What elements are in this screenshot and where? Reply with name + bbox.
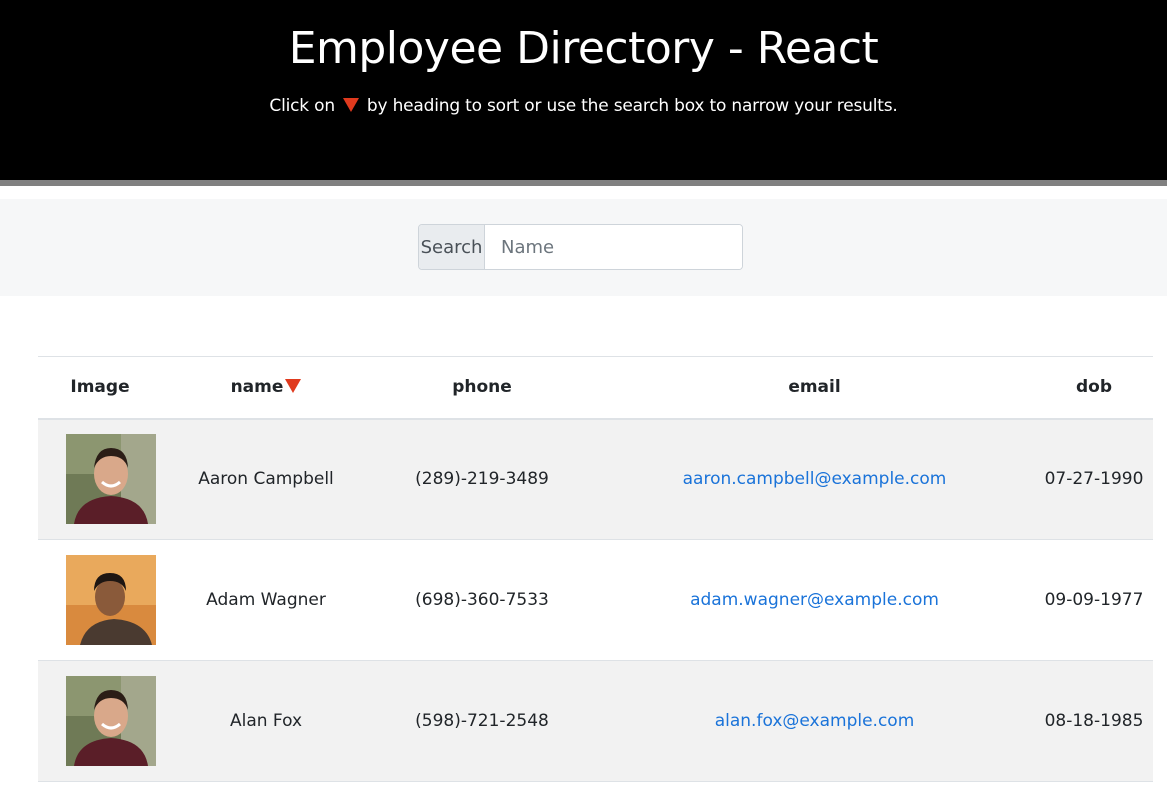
email-link[interactable]: adam.wagner@example.com: [690, 590, 939, 610]
email-cell: adam.wagner@example.com: [594, 539, 1035, 661]
email-cell: alan.fox@example.com: [594, 660, 1035, 782]
avatar-cell: [38, 418, 162, 540]
header-phone[interactable]: phone: [370, 356, 594, 420]
avatar-cell: [38, 660, 162, 782]
avatar: [66, 676, 156, 766]
table-row: Adam Wagner (698)-360-7533 adam.wagner@e…: [38, 539, 1153, 661]
search-input[interactable]: [485, 225, 742, 269]
header-name-label: name: [230, 377, 284, 398]
dob-cell: 07-27-1990: [1035, 418, 1153, 540]
sort-down-triangle-icon: [342, 98, 359, 112]
email-cell: aaron.campbell@example.com: [594, 418, 1035, 540]
search-label: Search: [419, 225, 485, 269]
search-section: Search: [0, 199, 1167, 296]
name-cell: Adam Wagner: [162, 539, 370, 661]
header-name[interactable]: name: [162, 356, 370, 420]
dob-cell: 08-18-1985: [1035, 660, 1153, 782]
header-email[interactable]: email: [594, 356, 1035, 420]
page-subtitle: Click on by heading to sort or use the se…: [0, 94, 1167, 118]
search-input-group: Search: [418, 224, 743, 270]
avatar: [66, 555, 156, 645]
page-header: Employee Directory - React Click on by he…: [0, 0, 1167, 180]
dob-cell: 09-09-1977: [1035, 539, 1153, 661]
subtitle-text-before: Click on: [269, 96, 335, 116]
avatar: [66, 434, 156, 525]
name-cell: Alan Fox: [162, 660, 370, 782]
header-image: Image: [38, 356, 162, 420]
page-title: Employee Directory - React: [288, 23, 879, 74]
table-row: Alan Fox (598)-721-2548 alan.fox@example…: [38, 660, 1153, 782]
table-header-row: Image name phone email dob: [38, 356, 1153, 420]
phone-cell: (289)-219-3489: [370, 418, 594, 540]
email-link[interactable]: alan.fox@example.com: [715, 711, 915, 731]
sort-down-triangle-icon[interactable]: [285, 379, 302, 394]
header-divider: [0, 180, 1167, 186]
avatar-cell: [38, 539, 162, 661]
employee-table: Image name phone email dob Aaron Campbel…: [38, 356, 1153, 782]
phone-cell: (598)-721-2548: [370, 660, 594, 782]
name-cell: Aaron Campbell: [162, 418, 370, 540]
header-dob[interactable]: dob: [1035, 356, 1153, 420]
phone-cell: (698)-360-7533: [370, 539, 594, 661]
email-link[interactable]: aaron.campbell@example.com: [683, 469, 947, 489]
subtitle-text-after: by heading to sort or use the search box…: [366, 96, 898, 116]
table-row: Aaron Campbell (289)-219-3489 aaron.camp…: [38, 418, 1153, 540]
